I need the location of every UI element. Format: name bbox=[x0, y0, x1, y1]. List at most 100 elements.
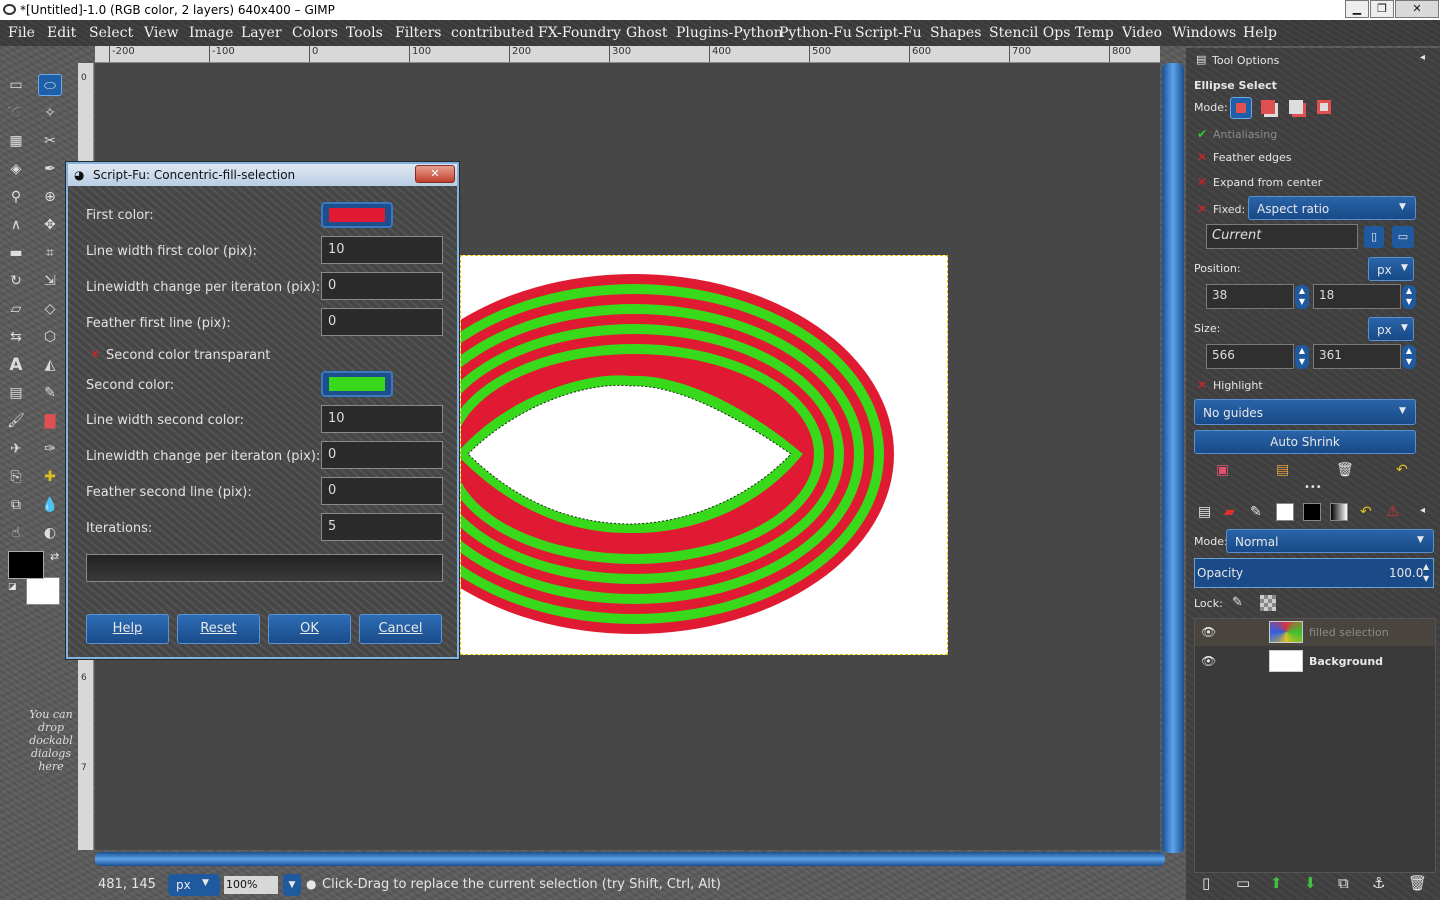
restore-button[interactable]: ❐ bbox=[1370, 0, 1394, 18]
cage-icon[interactable]: ⬡ bbox=[38, 326, 62, 348]
close-button[interactable]: ✕ bbox=[1395, 0, 1439, 18]
brush-tab-icon[interactable] bbox=[1276, 503, 1294, 521]
perspective-icon[interactable]: ◇ bbox=[38, 298, 62, 320]
feather-checkbox[interactable]: ✕ bbox=[1197, 150, 1207, 164]
swap-colors-icon[interactable]: ⇄ bbox=[50, 550, 59, 563]
error-console-icon[interactable]: ⚠ bbox=[1386, 502, 1399, 520]
reset-button[interactable]: Reset bbox=[177, 614, 260, 644]
text-tool-icon[interactable]: A bbox=[4, 354, 28, 376]
layers-tab-icon[interactable]: ▤ bbox=[1198, 504, 1211, 520]
image-canvas[interactable] bbox=[374, 255, 948, 655]
color-picker-icon[interactable]: ⚲ bbox=[4, 186, 28, 208]
bucket-fill-icon[interactable]: ◭ bbox=[38, 354, 62, 376]
menu-stencil-ops[interactable]: Stencil Ops bbox=[989, 25, 1070, 41]
antialiasing-checkbox[interactable]: ✔ bbox=[1197, 127, 1207, 141]
perspective-clone-icon[interactable]: ⧉ bbox=[4, 494, 28, 516]
iterations-input[interactable]: 5 bbox=[321, 513, 443, 541]
foreground-select-icon[interactable]: ◈ bbox=[4, 158, 28, 180]
size-width-spinner[interactable]: ▲ ▼ bbox=[1295, 345, 1309, 369]
size-height-input[interactable]: 361 bbox=[1313, 344, 1401, 369]
menu-edit[interactable]: Edit bbox=[47, 25, 76, 41]
menu-windows[interactable]: Windows bbox=[1172, 25, 1236, 41]
fuzzy-select-icon[interactable]: ✧ bbox=[38, 102, 62, 124]
mode-subtract-icon[interactable] bbox=[1289, 100, 1303, 114]
gradient-icon[interactable]: ▤ bbox=[4, 382, 28, 404]
size-width-input[interactable]: 566 bbox=[1206, 344, 1294, 369]
layer-row[interactable]: 👁 filled selection bbox=[1195, 619, 1435, 646]
opacity-spinner[interactable]: ▲ ▼ bbox=[1423, 561, 1429, 585]
delete-options-icon[interactable]: 🗑 bbox=[1336, 462, 1354, 478]
menu-image[interactable]: Image bbox=[189, 25, 233, 41]
eraser-icon[interactable]: ▇ bbox=[38, 410, 62, 432]
smudge-icon[interactable]: ☝ bbox=[4, 522, 28, 544]
ink-icon[interactable]: ✑ bbox=[38, 438, 62, 460]
auto-shrink-button[interactable]: Auto Shrink bbox=[1194, 430, 1416, 454]
vertical-scrollbar[interactable] bbox=[1162, 63, 1184, 853]
lock-pixels-icon[interactable]: ✎ bbox=[1232, 595, 1243, 610]
rect-select-icon[interactable]: ▭ bbox=[4, 74, 28, 96]
lower-layer-icon[interactable]: ⬇ bbox=[1304, 874, 1317, 892]
pattern-tab-icon[interactable] bbox=[1303, 503, 1321, 521]
menu-fx-foundry[interactable]: FX-Foundry bbox=[538, 25, 621, 41]
menu-help[interactable]: Help bbox=[1243, 25, 1277, 41]
dock-menu-icon[interactable]: ◂ bbox=[1420, 505, 1425, 516]
position-unit-select[interactable]: px ▼ bbox=[1368, 257, 1414, 281]
position-x-input[interactable]: 38 bbox=[1206, 284, 1294, 309]
opacity-slider[interactable]: Opacity 100.0 ▲ ▼ bbox=[1194, 558, 1434, 588]
position-x-spinner[interactable]: ▲ ▼ bbox=[1295, 285, 1309, 309]
linewidth-change-first-input[interactable]: 0 bbox=[321, 272, 443, 300]
layer-mode-select[interactable]: Normal ▼ bbox=[1226, 529, 1434, 553]
new-layer-group-icon[interactable]: ▭ bbox=[1236, 874, 1250, 892]
portrait-icon[interactable]: ▯ bbox=[1364, 226, 1384, 248]
background-color-swatch[interactable] bbox=[26, 577, 60, 605]
zoom-dropdown-icon[interactable]: ▼ bbox=[283, 874, 301, 896]
rotate-icon[interactable]: ↻ bbox=[4, 270, 28, 292]
landscape-icon[interactable]: ▭ bbox=[1392, 226, 1414, 248]
dock-menu-icon[interactable]: ◂ bbox=[1420, 52, 1425, 63]
unit-select[interactable]: px ▼ bbox=[168, 874, 220, 896]
paintbrush-icon[interactable]: 🖌 bbox=[4, 410, 28, 432]
highlight-checkbox[interactable]: ✕ bbox=[1197, 378, 1207, 392]
shear-icon[interactable]: ▱ bbox=[4, 298, 28, 320]
mode-add-icon[interactable] bbox=[1261, 100, 1275, 114]
flip-icon[interactable]: ⇆ bbox=[4, 326, 28, 348]
menu-shapes[interactable]: Shapes bbox=[930, 25, 981, 41]
lock-alpha-icon[interactable] bbox=[1260, 595, 1276, 611]
second-color-button[interactable] bbox=[321, 371, 393, 397]
reset-options-icon[interactable]: ↶ bbox=[1396, 462, 1408, 478]
horizontal-scrollbar[interactable] bbox=[95, 852, 1165, 866]
fixed-select[interactable]: Aspect ratio ▼ bbox=[1248, 196, 1416, 220]
menu-python-fu[interactable]: Python-Fu bbox=[779, 25, 852, 41]
help-button[interactable]: Help bbox=[86, 614, 169, 644]
expand-checkbox[interactable]: ✕ bbox=[1197, 175, 1207, 189]
menu-plugins-python[interactable]: Plugins-Python bbox=[676, 25, 783, 41]
delete-layer-icon[interactable]: 🗑 bbox=[1408, 874, 1427, 892]
anchor-layer-icon[interactable]: ⚓ bbox=[1372, 874, 1385, 892]
channels-tab-icon[interactable]: ▰ bbox=[1224, 504, 1235, 520]
visibility-eye-icon[interactable]: 👁 bbox=[1201, 625, 1216, 639]
menu-select[interactable]: Select bbox=[89, 25, 133, 41]
foreground-color-swatch[interactable] bbox=[8, 551, 44, 579]
menu-ghost[interactable]: Ghost bbox=[626, 25, 667, 41]
menu-video[interactable]: Video bbox=[1122, 25, 1162, 41]
dock-separator-grip[interactable]: ••• bbox=[1304, 482, 1322, 493]
aspect-current-field[interactable]: Current bbox=[1206, 224, 1358, 249]
move-icon[interactable]: ✥ bbox=[38, 214, 62, 236]
dodge-burn-icon[interactable]: ◐ bbox=[38, 522, 62, 544]
color-select-icon[interactable]: ▦ bbox=[4, 130, 28, 152]
gradient-tab-icon[interactable] bbox=[1330, 503, 1348, 521]
scissors-icon[interactable]: ✂ bbox=[38, 130, 62, 152]
menu-script-fu[interactable]: Script-Fu bbox=[855, 25, 922, 41]
menu-layer[interactable]: Layer bbox=[241, 25, 282, 41]
airbrush-icon[interactable]: ✈ bbox=[4, 438, 28, 460]
clone-icon[interactable]: ⎘ bbox=[4, 466, 28, 488]
default-colors-icon[interactable]: ◪ bbox=[8, 582, 17, 592]
menu-tools[interactable]: Tools bbox=[346, 25, 383, 41]
lasso-icon[interactable]: ➰ bbox=[4, 102, 28, 124]
ellipse-select-icon[interactable]: ⬭ bbox=[38, 74, 62, 96]
dialog-close-button[interactable]: ✕ bbox=[415, 165, 455, 183]
menu-file[interactable]: File bbox=[8, 25, 35, 41]
size-unit-select[interactable]: px ▼ bbox=[1368, 317, 1414, 341]
position-y-spinner[interactable]: ▲ ▼ bbox=[1402, 285, 1416, 309]
size-height-spinner[interactable]: ▲ ▼ bbox=[1402, 345, 1416, 369]
